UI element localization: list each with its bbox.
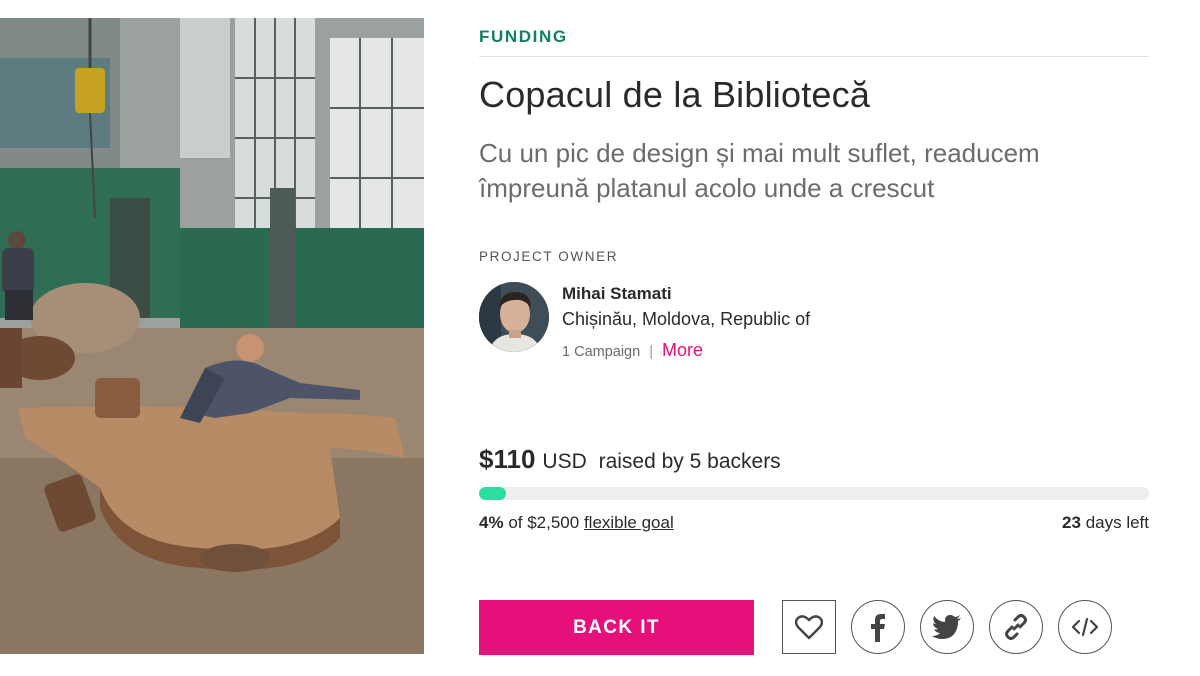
embed-icon (1071, 617, 1099, 637)
project-owner-heading: PROJECT OWNER (479, 249, 619, 264)
owner-location: Chișinău, Moldova, Republic of (562, 309, 811, 329)
raised-currency: USD (542, 450, 587, 473)
percent-funded: 4% (479, 513, 504, 532)
owner-avatar[interactable] (479, 282, 549, 352)
days-number: 23 (1062, 513, 1081, 532)
more-link[interactable]: More (662, 340, 703, 361)
campaign-count: 1 Campaign (562, 344, 641, 360)
funding-stats: 4% of $2,500 flexible goal 23 days left (479, 513, 1149, 533)
owner-meta: 1 Campaign | More (562, 340, 703, 361)
campaign-image (0, 18, 424, 654)
back-it-button[interactable]: BACK IT (479, 600, 754, 655)
owner-name[interactable]: Mihai Stamati (562, 284, 672, 304)
raised-text: USD raised by 5 backers (542, 450, 780, 474)
link-icon (1005, 614, 1027, 640)
flexible-goal-link[interactable]: flexible goal (584, 513, 674, 532)
raised-summary: $110 USD raised by 5 backers (479, 444, 781, 475)
raised-amount: $110 (479, 444, 536, 474)
campaign-subtitle: Cu un pic de design și mai mult suflet, … (479, 138, 1040, 203)
days-label: days left (1085, 513, 1149, 532)
facebook-icon (871, 614, 885, 642)
twitter-icon (932, 615, 961, 639)
heart-icon (795, 615, 823, 640)
category-label[interactable]: FUNDING (479, 27, 568, 47)
divider (479, 56, 1149, 57)
share-actions (782, 600, 1112, 654)
progress-bar (479, 487, 1149, 500)
twitter-share-button[interactable] (920, 600, 974, 654)
meta-separator: | (649, 344, 653, 360)
goal-amount: of $2,500 (508, 513, 580, 532)
campaign-details: FUNDING Copacul de la Bibliotecă Cu un p… (479, 0, 1149, 676)
progress-fill (479, 487, 506, 500)
avatar-photo (479, 282, 549, 352)
embed-button[interactable] (1058, 600, 1112, 654)
campaign-title: Copacul de la Bibliotecă (479, 74, 871, 115)
facebook-share-button[interactable] (851, 600, 905, 654)
days-left: 23 days left (1062, 513, 1149, 533)
raised-backers: raised by 5 backers (598, 450, 781, 473)
copy-link-button[interactable] (989, 600, 1043, 654)
follow-button[interactable] (782, 600, 836, 654)
